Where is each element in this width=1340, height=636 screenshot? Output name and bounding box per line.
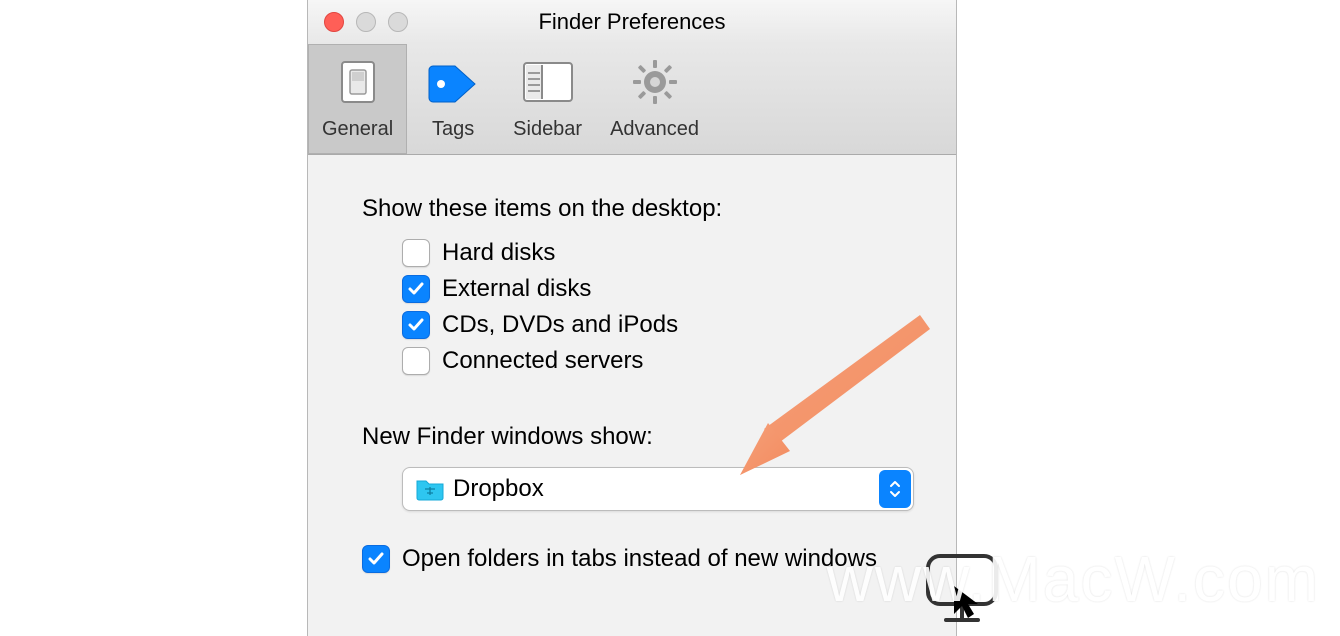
checkbox-label: External disks (442, 275, 591, 303)
minimize-window-button[interactable] (356, 12, 376, 32)
tab-tags[interactable]: Tags (407, 44, 499, 154)
close-window-button[interactable] (324, 12, 344, 32)
checkbox-cds-dvds-ipods[interactable] (402, 311, 430, 339)
checkbox-label: CDs, DVDs and iPods (442, 311, 678, 339)
preferences-toolbar: General Tags (308, 44, 956, 155)
advanced-icon (623, 52, 687, 112)
titlebar: Finder Preferences (308, 0, 956, 44)
tab-advanced[interactable]: Advanced (596, 44, 713, 154)
checkbox-row-cds-dvds-ipods[interactable]: CDs, DVDs and iPods (402, 311, 906, 339)
tab-sidebar[interactable]: Sidebar (499, 44, 596, 154)
new-windows-select[interactable]: Dropbox (402, 467, 914, 511)
tab-label: Advanced (610, 118, 699, 141)
general-icon (326, 52, 390, 112)
checkbox-external-disks[interactable] (402, 275, 430, 303)
checkbox-row-connected-servers[interactable]: Connected servers (402, 347, 906, 375)
checkbox-label: Hard disks (442, 239, 555, 267)
checkbox-row-external-disks[interactable]: External disks (402, 275, 906, 303)
checkbox-row-hard-disks[interactable]: Hard disks (402, 239, 906, 267)
sidebar-icon (516, 52, 580, 112)
traffic-lights (324, 12, 408, 32)
tags-icon (421, 52, 485, 112)
zoom-window-button[interactable] (388, 12, 408, 32)
checkbox-label: Connected servers (442, 347, 643, 375)
checkbox-row-open-in-tabs[interactable]: Open folders in tabs instead of new wind… (362, 545, 906, 573)
general-pane: Show these items on the desktop: Hard di… (308, 155, 956, 573)
checkbox-label: Open folders in tabs instead of new wind… (402, 545, 877, 573)
tab-label: General (322, 118, 393, 141)
folder-icon (415, 477, 445, 501)
tab-general[interactable]: General (308, 44, 407, 154)
finder-preferences-window: Finder Preferences General Tags (307, 0, 957, 636)
tab-label: Tags (432, 118, 474, 141)
checkbox-open-in-tabs[interactable] (362, 545, 390, 573)
desktop-items-label: Show these items on the desktop: (362, 195, 906, 223)
tab-label: Sidebar (513, 118, 582, 141)
select-arrows-icon (879, 470, 911, 508)
checkbox-hard-disks[interactable] (402, 239, 430, 267)
checkbox-connected-servers[interactable] (402, 347, 430, 375)
display-cursor-icon (920, 548, 1004, 628)
new-windows-label: New Finder windows show: (362, 423, 906, 451)
new-windows-value: Dropbox (453, 475, 544, 503)
